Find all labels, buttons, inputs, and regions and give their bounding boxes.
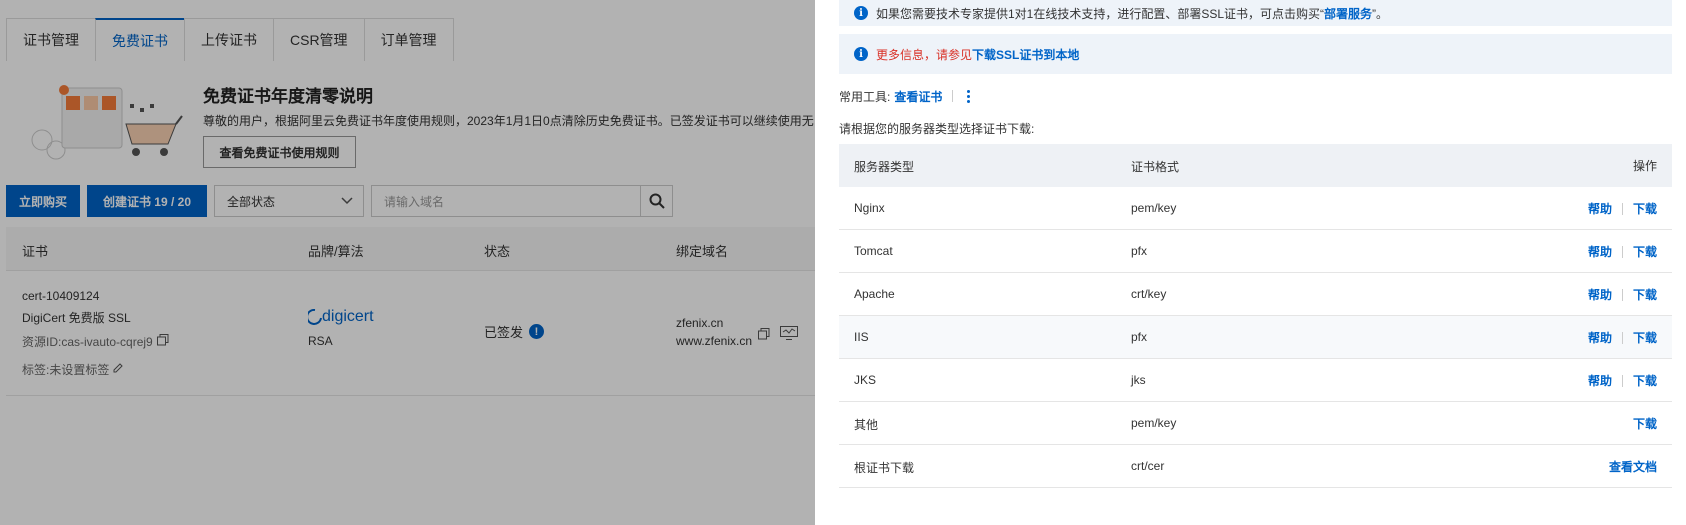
cert-format: pem/key bbox=[1131, 416, 1177, 430]
server-type: IIS bbox=[854, 330, 869, 344]
info-icon: i bbox=[854, 6, 868, 20]
table-row: IIS pfx 帮助 下载 bbox=[839, 316, 1672, 359]
table-row: JKS jks 帮助 下载 bbox=[839, 359, 1672, 402]
info-bar-support: i 如果您需要技术专家提供1对1在线技术支持，进行配置、部署SSL证书，可点击购… bbox=[839, 0, 1672, 26]
download-table: 服务器类型 证书格式 操作 Nginx pem/key 帮助 下载 Tomcat … bbox=[839, 144, 1672, 488]
download-link[interactable]: 下载 bbox=[1633, 329, 1657, 346]
help-link[interactable]: 帮助 bbox=[1588, 329, 1612, 346]
col-server-type: 服务器类型 bbox=[854, 160, 915, 174]
cert-format: pem/key bbox=[1131, 201, 1177, 215]
more-info-text: 更多信息，请参见 bbox=[876, 47, 973, 62]
server-type: 其他 bbox=[854, 418, 879, 432]
divider bbox=[952, 90, 954, 102]
download-link[interactable]: 下载 bbox=[1633, 415, 1657, 432]
more-options-icon[interactable] bbox=[963, 89, 974, 103]
modal-overlay[interactable] bbox=[0, 0, 815, 525]
col-cert-format: 证书格式 bbox=[1131, 160, 1180, 174]
deploy-service-link[interactable]: 部署服务 bbox=[1324, 5, 1372, 22]
help-link[interactable]: 帮助 bbox=[1588, 200, 1612, 217]
server-type: 根证书下载 bbox=[854, 461, 915, 475]
server-type: Nginx bbox=[854, 201, 885, 215]
cert-format: crt/cer bbox=[1131, 459, 1165, 473]
table-row: 其他 pem/key 下载 bbox=[839, 402, 1672, 445]
download-link[interactable]: 下载 bbox=[1633, 372, 1657, 389]
table-row: Tomcat pfx 帮助 下载 bbox=[839, 230, 1672, 273]
cert-format: pfx bbox=[1131, 244, 1148, 258]
select-server-hint: 请根据您的服务器类型选择证书下载: bbox=[839, 122, 1035, 136]
common-tools: 常用工具: 查看证书 bbox=[839, 86, 974, 106]
cert-format: jks bbox=[1131, 373, 1146, 387]
info-icon: i bbox=[854, 47, 868, 61]
server-type: JKS bbox=[854, 373, 877, 387]
help-link[interactable]: 帮助 bbox=[1588, 243, 1612, 260]
view-cert-link[interactable]: 查看证书 bbox=[894, 88, 942, 105]
table-row: 根证书下载 crt/cer 查看文档 bbox=[839, 445, 1672, 488]
download-guide-link[interactable]: 下载SSL证书到本地 bbox=[972, 46, 1079, 63]
info-bar-more: i 更多信息，请参见 下载SSL证书到本地 bbox=[839, 34, 1672, 74]
download-link[interactable]: 下载 bbox=[1633, 243, 1657, 260]
download-link[interactable]: 下载 bbox=[1633, 200, 1657, 217]
help-link[interactable]: 帮助 bbox=[1588, 372, 1612, 389]
col-action: 操作 bbox=[1632, 159, 1657, 173]
support-text-tail: ”。 bbox=[1372, 6, 1389, 21]
tools-label: 常用工具: bbox=[839, 89, 891, 104]
cert-format: crt/key bbox=[1131, 287, 1167, 301]
download-drawer: i 如果您需要技术专家提供1对1在线技术支持，进行配置、部署SSL证书，可点击购… bbox=[815, 0, 1686, 525]
help-link[interactable]: 帮助 bbox=[1588, 286, 1612, 303]
support-text: 如果您需要技术专家提供1对1在线技术支持，进行配置、部署SSL证书，可点击购买“ bbox=[876, 6, 1325, 21]
view-doc-link[interactable]: 查看文档 bbox=[1609, 458, 1657, 475]
table-row: Nginx pem/key 帮助 下载 bbox=[839, 187, 1672, 230]
cert-format: pfx bbox=[1131, 330, 1148, 344]
server-type: Apache bbox=[854, 287, 895, 301]
download-table-header: 服务器类型 证书格式 操作 bbox=[839, 144, 1672, 187]
download-link[interactable]: 下载 bbox=[1633, 286, 1657, 303]
server-type: Tomcat bbox=[854, 244, 893, 258]
table-row: Apache crt/key 帮助 下载 bbox=[839, 273, 1672, 316]
